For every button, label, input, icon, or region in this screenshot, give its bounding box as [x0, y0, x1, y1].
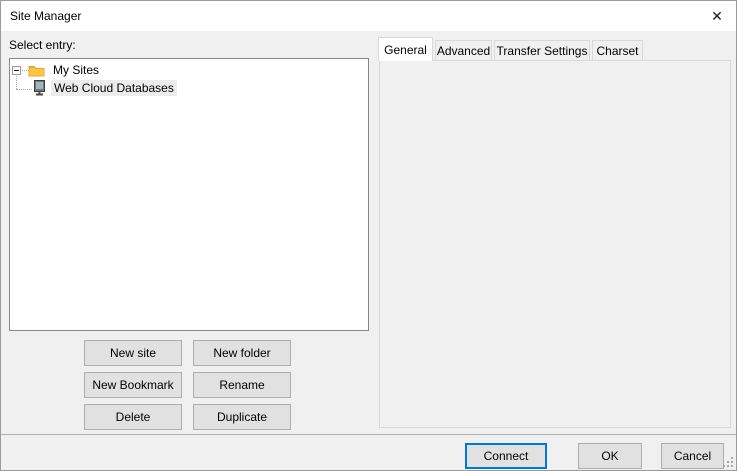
new-site-button[interactable]: New site	[84, 340, 182, 366]
tab-general[interactable]: General	[378, 37, 433, 61]
new-bookmark-button[interactable]: New Bookmark	[84, 372, 182, 398]
tree-connector	[16, 89, 32, 90]
site-manager-window: Site Manager ✕ Select entry: My Sites We…	[0, 0, 737, 471]
site-tree: My Sites Web Cloud Databases	[9, 58, 369, 331]
tree-collapse-icon[interactable]	[12, 66, 21, 75]
select-entry-label: Select entry:	[9, 38, 76, 52]
titlebar: Site Manager ✕	[1, 1, 736, 31]
tree-item-web-cloud-databases[interactable]: Web Cloud Databases	[33, 79, 177, 97]
rename-button[interactable]: Rename	[193, 372, 291, 398]
tab-charset[interactable]: Charset	[592, 40, 643, 60]
duplicate-button[interactable]: Duplicate	[193, 404, 291, 430]
tab-advanced[interactable]: Advanced	[435, 40, 492, 60]
tab-label: Advanced	[437, 44, 490, 58]
general-tab-panel	[379, 60, 731, 428]
footer-separator	[1, 434, 737, 435]
folder-icon	[28, 63, 45, 77]
new-folder-button[interactable]: New folder	[193, 340, 291, 366]
tab-label: Transfer Settings	[497, 44, 588, 58]
resize-grip[interactable]	[722, 456, 734, 468]
tab-label: General	[384, 43, 427, 57]
close-icon[interactable]: ✕	[701, 2, 733, 30]
tree-item-my-sites[interactable]: My Sites	[28, 61, 102, 79]
tree-item-label: Web Cloud Databases	[51, 80, 177, 96]
server-icon	[33, 80, 46, 96]
connect-button[interactable]: Connect	[465, 443, 547, 469]
tab-transfer-settings[interactable]: Transfer Settings	[494, 40, 590, 60]
window-title: Site Manager	[10, 9, 81, 23]
cancel-button[interactable]: Cancel	[661, 443, 724, 469]
tree-item-label: My Sites	[50, 62, 102, 78]
delete-button[interactable]: Delete	[84, 404, 182, 430]
ok-button[interactable]: OK	[578, 443, 642, 469]
tab-label: Charset	[596, 44, 638, 58]
tree-connector	[16, 76, 17, 89]
